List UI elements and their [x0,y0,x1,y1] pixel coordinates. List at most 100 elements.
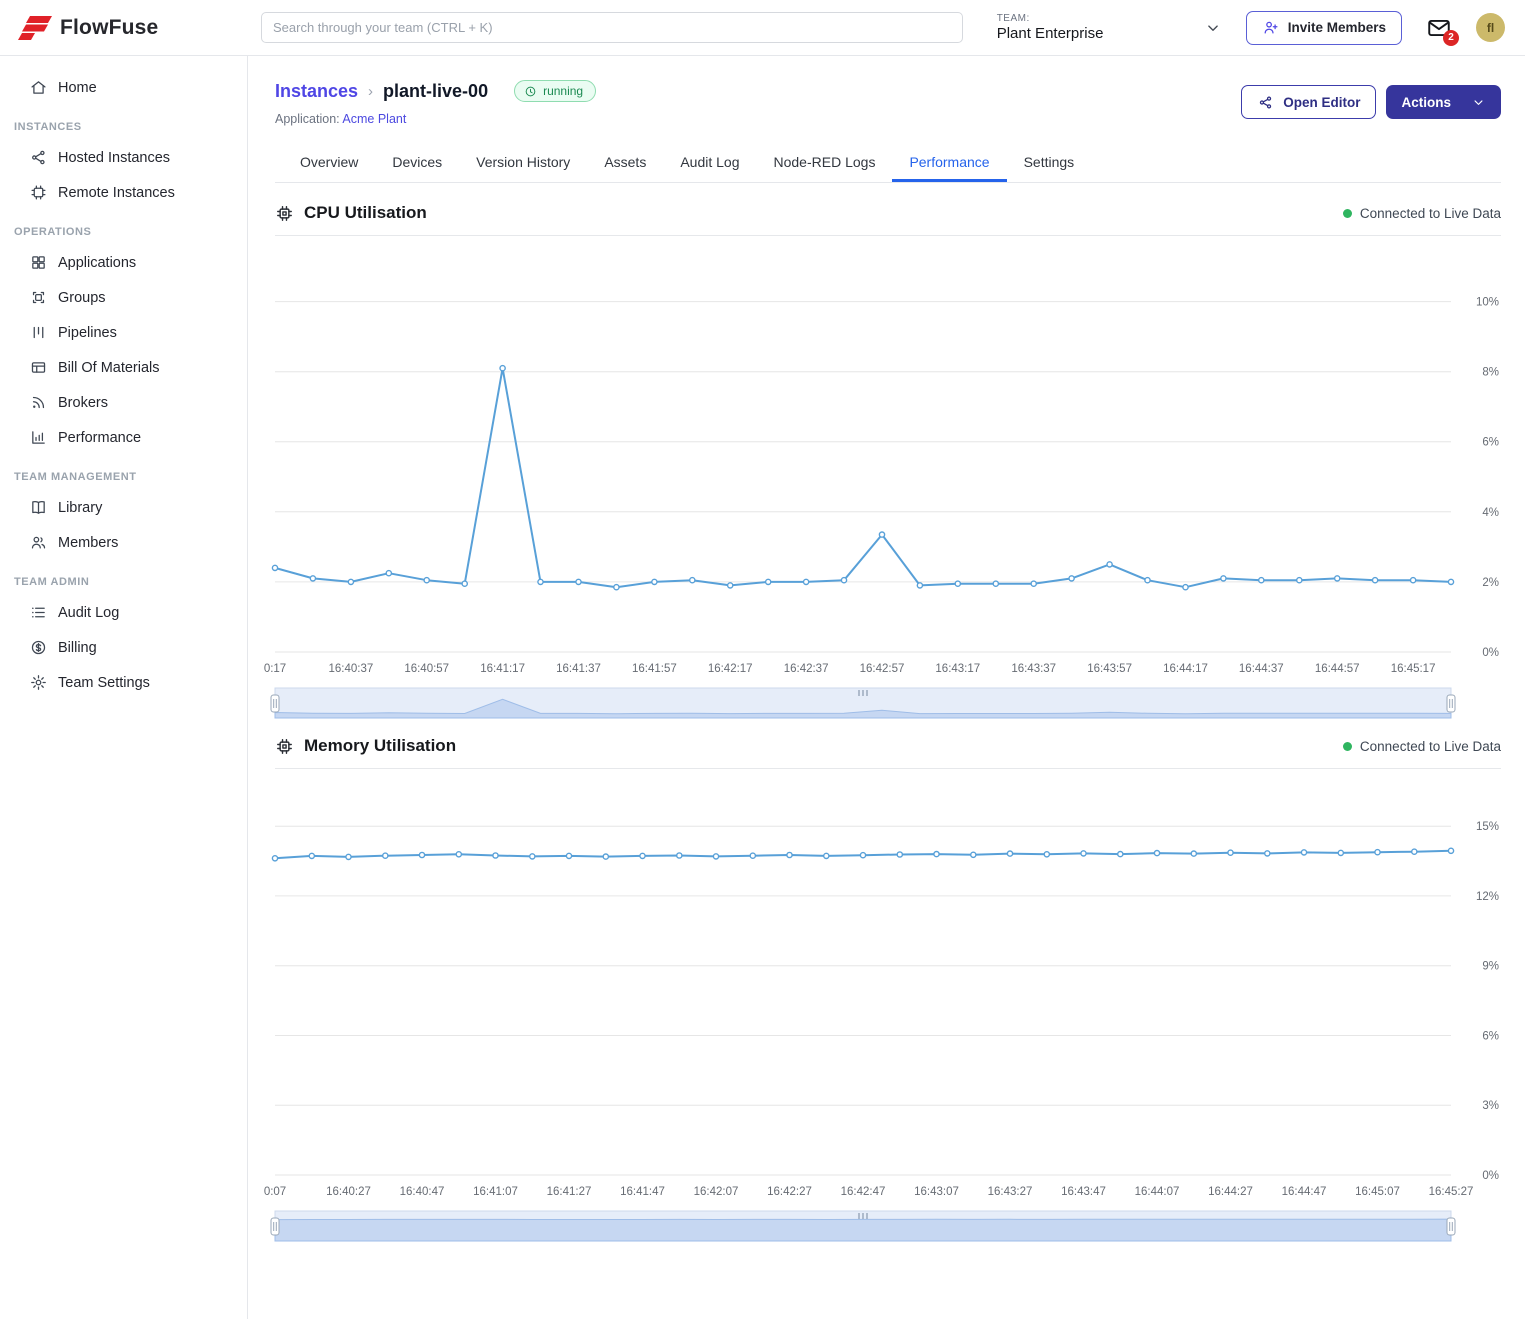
svg-text:16:44:37: 16:44:37 [1239,663,1284,675]
sidebar-item-pipelines[interactable]: Pipelines [0,315,247,350]
sidebar-section-team-management: TEAM MANAGEMENT [0,455,247,490]
sidebar-item-label: Members [58,535,118,551]
svg-text:16:43:37: 16:43:37 [1011,663,1056,675]
svg-text:16:44:57: 16:44:57 [1315,663,1360,675]
sidebar-item-remote-instances[interactable]: Remote Instances [0,175,247,210]
main-content: Instances › plant-live-00 running Applic… [248,56,1525,1319]
sidebar-item-label: Bill Of Materials [58,360,160,376]
sidebar-item-groups[interactable]: Groups [0,280,247,315]
sidebar-item-performance[interactable]: Performance [0,420,247,455]
user-avatar[interactable]: fl [1476,13,1505,42]
performance-icon [30,429,47,446]
groups-icon [30,289,47,306]
sidebar-item-brokers[interactable]: Brokers [0,385,247,420]
tab-assets[interactable]: Assets [587,144,663,182]
notification-badge: 2 [1443,30,1459,46]
svg-text:16:41:37: 16:41:37 [556,663,601,675]
svg-text:9%: 9% [1482,961,1499,973]
sidebar-item-label: Library [58,500,102,516]
svg-text:2%: 2% [1482,577,1499,589]
members-icon [30,534,47,551]
sidebar-item-billing[interactable]: Billing [0,630,247,665]
svg-text:16:40:47: 16:40:47 [400,1186,445,1198]
application-link[interactable]: Acme Plant [342,112,406,126]
team-label: TEAM: [997,13,1104,24]
notifications-button[interactable]: 2 [1426,15,1452,41]
sidebar-item-applications[interactable]: Applications [0,245,247,280]
sidebar-section-team-admin: TEAM ADMIN [0,560,247,595]
sidebar-item-team-settings[interactable]: Team Settings [0,665,247,700]
sidebar-item-hosted-instances[interactable]: Hosted Instances [0,140,247,175]
remote-instances-icon [30,184,47,201]
live-data-dot-icon [1343,742,1352,751]
status-badge: running [514,80,596,102]
tab-settings[interactable]: Settings [1007,144,1092,182]
sidebar-item-label: Remote Instances [58,185,175,201]
svg-text:16:40:37: 16:40:37 [329,663,374,675]
svg-text:16:40:27: 16:40:27 [326,1186,371,1198]
svg-text:16:43:47: 16:43:47 [1061,1186,1106,1198]
cpu-utilisation-section: CPU Utilisation Connected to Live Data 0… [275,203,1501,724]
sidebar-section-instances: INSTANCES [0,105,247,140]
memory-chip-icon [275,737,294,756]
svg-text:16:42:57: 16:42:57 [860,663,905,675]
invite-members-button[interactable]: Invite Members [1246,11,1402,45]
actions-button[interactable]: Actions [1386,85,1501,119]
application-line: Application: Acme Plant [275,112,596,126]
cpu-live-status: Connected to Live Data [1343,206,1501,221]
svg-text:15%: 15% [1476,821,1499,833]
svg-text:16:42:27: 16:42:27 [767,1186,812,1198]
flowfuse-logo[interactable]: FlowFuse [0,15,248,41]
sidebar-item-label: Pipelines [58,325,117,341]
instance-tabs: OverviewDevicesVersion HistoryAssetsAudi… [275,144,1501,183]
tab-node-red-logs[interactable]: Node-RED Logs [757,144,893,182]
svg-text:0:17: 0:17 [264,663,286,675]
tab-overview[interactable]: Overview [283,144,375,182]
breadcrumb-instances-link[interactable]: Instances [275,81,358,102]
team-selector[interactable]: TEAM: Plant Enterprise [997,13,1222,42]
svg-text:0:07: 0:07 [264,1186,286,1198]
applications-icon [30,254,47,271]
topbar-actions: TEAM: Plant Enterprise Invite Members 2 … [997,11,1505,45]
tab-performance[interactable]: Performance [892,144,1006,182]
live-data-dot-icon [1343,209,1352,218]
memory-chart-range-navigator[interactable] [275,1207,1501,1247]
sidebar-item-home[interactable]: Home [0,70,247,105]
chevron-down-icon [1471,95,1486,110]
breadcrumb-chevron-icon: › [368,83,373,100]
svg-text:16:42:47: 16:42:47 [841,1186,886,1198]
sidebar-item-label: Home [58,80,97,96]
chevron-down-icon [1204,19,1222,37]
svg-text:16:44:07: 16:44:07 [1135,1186,1180,1198]
cpu-chart-range-navigator[interactable] [275,684,1501,724]
sidebar-item-library[interactable]: Library [0,490,247,525]
sidebar-item-members[interactable]: Members [0,525,247,560]
sidebar-item-label: Billing [58,640,97,656]
cpu-live-status-label: Connected to Live Data [1360,206,1501,221]
tab-devices[interactable]: Devices [375,144,459,182]
cpu-utilisation-chart: 0%2%4%6%8%10%0:1716:40:3716:40:5716:41:1… [275,236,1501,680]
tab-audit-log[interactable]: Audit Log [663,144,756,182]
memory-utilisation-section: Memory Utilisation Connected to Live Dat… [275,736,1501,1247]
memory-utilisation-chart: 0%3%6%9%12%15%0:0716:40:2716:40:4716:41:… [275,769,1501,1203]
open-editor-button[interactable]: Open Editor [1241,85,1376,119]
sidebar: Home INSTANCESHosted Instances Remote Inst… [0,56,248,1319]
sidebar-item-label: Applications [58,255,136,271]
sidebar-item-label: Audit Log [58,605,119,621]
sidebar-item-audit-log[interactable]: Audit Log [0,595,247,630]
svg-text:12%: 12% [1476,891,1499,903]
pipelines-icon [30,324,47,341]
memory-live-status-label: Connected to Live Data [1360,739,1501,754]
cpu-chip-icon [275,204,294,223]
tab-version-history[interactable]: Version History [459,144,587,182]
svg-text:16:41:57: 16:41:57 [632,663,677,675]
sidebar-item-bill-of-materials[interactable]: Bill Of Materials [0,350,247,385]
flowfuse-logo-icon [18,15,52,41]
svg-text:16:44:47: 16:44:47 [1282,1186,1327,1198]
search-input[interactable] [261,12,963,43]
brand-name: FlowFuse [60,16,158,40]
sidebar-item-label: Team Settings [58,675,150,691]
svg-text:16:40:57: 16:40:57 [404,663,449,675]
team-settings-icon [30,674,47,691]
home-icon [30,79,47,96]
